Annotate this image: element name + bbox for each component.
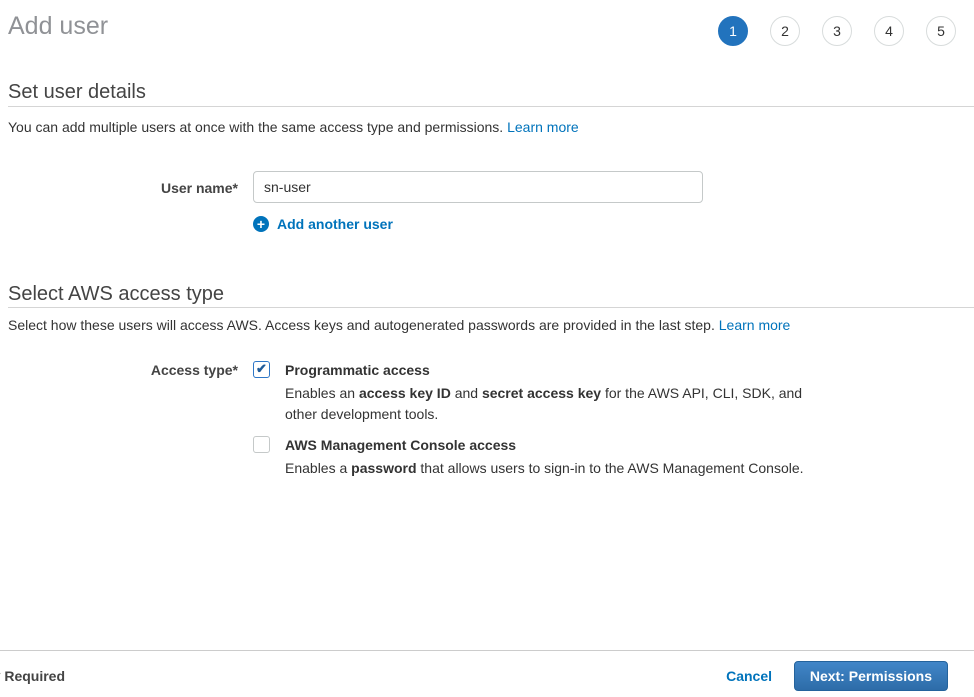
console-access-title: AWS Management Console access [285, 437, 516, 453]
learn-more-link-user-details[interactable]: Learn more [507, 119, 579, 135]
step-1-indicator: 1 [718, 16, 748, 46]
desc-bold: access key ID [359, 385, 451, 401]
checkbox-programmatic-access[interactable]: ✔ [253, 361, 270, 378]
console-access-description: Enables a password that allows users to … [285, 458, 885, 479]
access-type-description: Select how these users will access AWS. … [8, 317, 790, 334]
access-type-label: Access type* [8, 362, 238, 378]
user-details-description: You can add multiple users at once with … [8, 119, 579, 136]
desc-bold: secret access key [482, 385, 601, 401]
section-heading-user-details: Set user details [8, 80, 146, 104]
programmatic-access-title: Programmatic access [285, 362, 430, 378]
next-permissions-button[interactable]: Next: Permissions [794, 661, 948, 691]
section-heading-access-type: Select AWS access type [8, 282, 224, 306]
desc-text: Enables an [285, 385, 359, 401]
user-details-description-text: You can add multiple users at once with … [8, 119, 503, 135]
required-label: Required [4, 668, 65, 684]
required-note: * Required [0, 668, 65, 684]
divider [8, 106, 974, 107]
wizard-step-indicator: 1 2 3 4 5 [718, 16, 956, 46]
footer-divider [0, 650, 974, 651]
desc-text: Enables a [285, 460, 351, 476]
step-4-indicator: 4 [874, 16, 904, 46]
desc-text: and [451, 385, 482, 401]
page-title: Add user [8, 10, 108, 42]
step-5-indicator: 5 [926, 16, 956, 46]
check-icon: ✔ [256, 362, 267, 375]
username-input[interactable] [253, 171, 703, 203]
programmatic-access-description: Enables an access key ID and secret acce… [285, 383, 812, 425]
username-label: User name* [8, 180, 238, 196]
add-user-page: Add user 1 2 3 4 5 Set user details You … [0, 0, 974, 697]
add-another-user-label: Add another user [277, 216, 393, 232]
plus-icon: + [253, 216, 269, 232]
learn-more-link-access-type[interactable]: Learn more [719, 317, 791, 333]
desc-text: that allows users to sign-in to the AWS … [417, 460, 804, 476]
step-3-indicator: 3 [822, 16, 852, 46]
add-another-user-button[interactable]: + Add another user [253, 216, 393, 232]
cancel-button[interactable]: Cancel [726, 668, 772, 684]
access-type-description-text: Select how these users will access AWS. … [8, 317, 715, 333]
divider [8, 307, 974, 308]
desc-bold: password [351, 460, 416, 476]
step-2-indicator: 2 [770, 16, 800, 46]
checkbox-console-access[interactable] [253, 436, 270, 453]
